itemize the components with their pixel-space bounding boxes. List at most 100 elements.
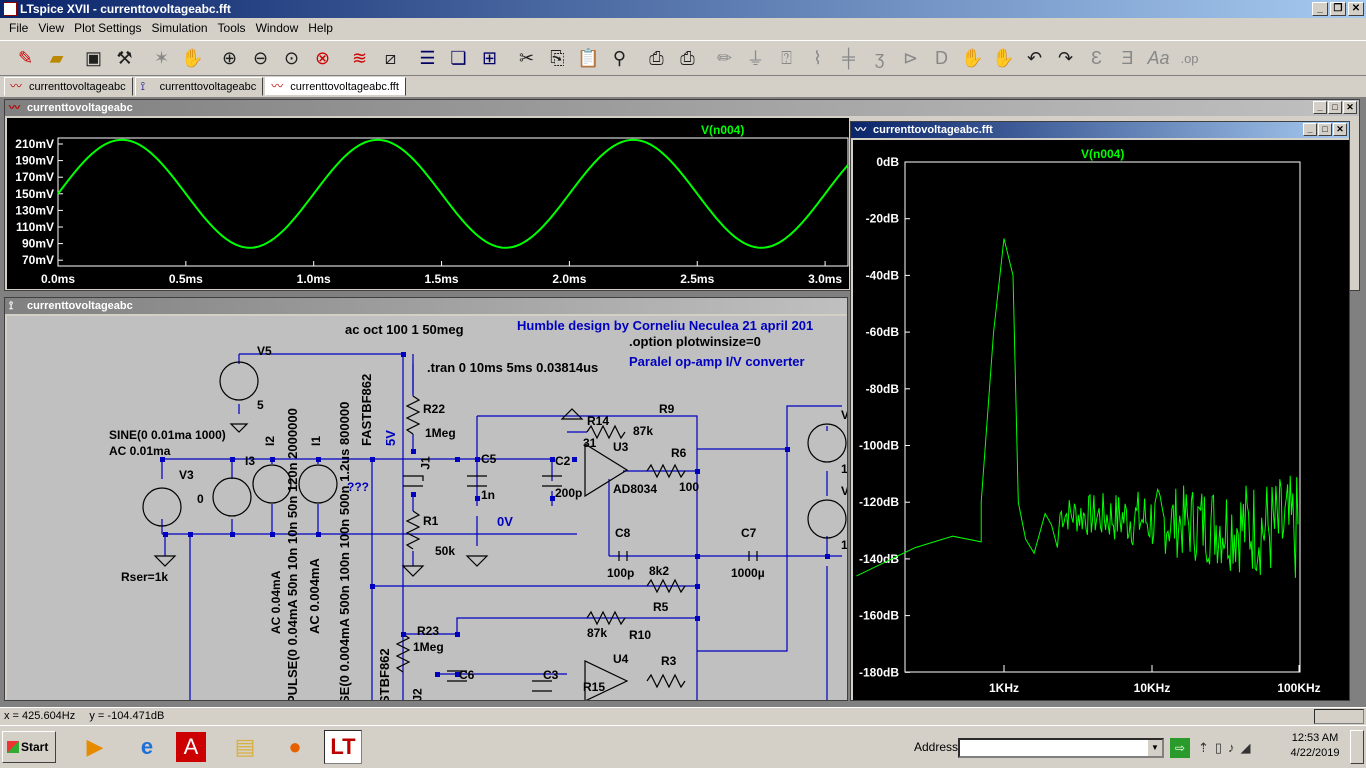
redo-icon[interactable]: ↷ [1050,43,1081,73]
go-icon[interactable]: ⇨ [1170,738,1190,758]
label-stbf862: STBF862 [377,648,392,700]
x-tick-label: 1.0ms [297,272,331,286]
tab-schematic[interactable]: ⟟ currenttovoltageabc [134,77,264,96]
firefox-icon[interactable]: ● [276,730,314,764]
tab-waveform[interactable]: 〰 currenttovoltageabc [4,77,133,96]
schematic-canvas[interactable]: ac oct 100 1 50meg Humble design by Corn… [7,316,847,700]
label-r23: R23 [417,624,440,638]
label-v-right2: V [841,484,847,498]
option-directive[interactable]: .option plotwinsize=0 [629,334,761,349]
label-v3: V3 [179,468,194,482]
start-button[interactable]: Start [2,731,56,763]
maximize-button[interactable]: □ [1318,123,1332,136]
label-r5-value: 8k2 [649,564,670,578]
label-v5-value: 5 [257,398,264,412]
maximize-button[interactable]: □ [1328,101,1342,114]
label-0v: 0V [497,514,513,529]
menu-view[interactable]: View [33,21,69,35]
clock[interactable]: 12:53 AM 4/22/2019 [1285,731,1345,761]
control-panel-icon[interactable]: ⚒ [109,43,140,73]
print-setup-icon[interactable]: ⎙ [672,43,703,73]
fft-window-titlebar[interactable]: 〰 currenttovoltageabc.fft _ □ ✕ [851,122,1349,138]
diode-icon[interactable]: ⊳ [895,43,926,73]
label-r10-value: 87k [587,626,608,640]
zoom-out-icon[interactable]: ⊖ [245,43,276,73]
ground-icon[interactable]: ⏚ [740,43,771,73]
menu-simulation[interactable]: Simulation [147,21,213,35]
halt-icon[interactable]: ✋ [177,43,208,73]
inductor-icon[interactable]: ʒ [864,43,895,73]
menu-file[interactable]: File [4,21,33,35]
comment-humble-design[interactable]: Humble design by Corneliu Neculea 21 apr… [517,318,813,333]
pick-visible-icon[interactable]: ⧄ [375,43,406,73]
tile-vertical-icon[interactable]: ⊞ [474,43,505,73]
run-icon[interactable]: ✶ [146,43,177,73]
mirror-icon[interactable]: Ǝ [1112,43,1143,73]
tran-directive[interactable]: .tran 0 10ms 5ms 0.03814us [427,360,598,375]
zoom-in-icon[interactable]: ⊕ [214,43,245,73]
minimize-button[interactable]: _ [1313,101,1327,114]
new-schematic-icon[interactable]: ✎ [10,43,41,73]
spice-directive-icon[interactable]: .op [1174,43,1205,73]
close-button[interactable]: ✕ [1348,2,1364,16]
capacitor-icon[interactable]: ╪ [833,43,864,73]
zoom-fit-icon[interactable]: ⊙ [276,43,307,73]
open-icon[interactable]: ▰ [41,43,72,73]
label-one-b: 1 [841,538,847,552]
menu-tools[interactable]: Tools [213,21,251,35]
label-c5-value: 1n [481,488,496,502]
label-c2: C2 [555,454,571,468]
close-button[interactable]: ✕ [1343,101,1357,114]
waveform-plot[interactable]: V(n004) 210mV 190mV 170mV 150mV 130mV 110mV 90… [7,118,849,289]
rotate-icon[interactable]: Ɛ [1081,43,1112,73]
drag-icon[interactable]: ✋ [988,43,1019,73]
cascade-icon[interactable]: ❏ [443,43,474,73]
component-icon[interactable]: D [926,43,957,73]
move-icon[interactable]: ✋ [957,43,988,73]
internet-explorer-icon[interactable]: e [128,730,166,764]
minimize-button[interactable]: _ [1303,123,1317,136]
label-c6: C6 [459,668,475,682]
waveform-icon: 〰 [9,102,20,114]
tile-horizontal-icon[interactable]: ☰ [412,43,443,73]
fft-plot[interactable]: V(n004) 0dB -20dB -40dB -60dB -80dB -100dB -12… [853,140,1349,700]
media-player-icon[interactable]: ▶ [76,730,114,764]
address-input[interactable]: ▼ [958,738,1164,758]
ac-directive[interactable]: ac oct 100 1 50meg [345,322,464,337]
tray-icons[interactable]: ⇡▯♪◢ [1198,740,1257,756]
minimize-button[interactable]: _ [1312,2,1328,16]
schematic-window-titlebar[interactable]: ⟟ currenttovoltageabc [5,298,847,314]
save-icon[interactable]: ▣ [78,43,109,73]
ltspice-taskbar-icon[interactable]: LT [324,730,362,764]
fft-trace-label[interactable]: V(n004) [1081,147,1124,161]
zoom-cancel-icon[interactable]: ⊗ [307,43,338,73]
autorange-icon[interactable]: ≋ [344,43,375,73]
close-button[interactable]: ✕ [1333,123,1347,136]
copy-icon[interactable]: ⎘ [542,43,573,73]
comment-paralel[interactable]: Paralel op-amp I/V converter [629,354,805,369]
trace-label[interactable]: V(n004) [701,123,744,137]
cut-icon[interactable]: ✂ [511,43,542,73]
menu-window[interactable]: Window [251,21,304,35]
show-desktop-button[interactable] [1350,730,1364,764]
taskbar: Start ▶ e A ▤ ● LT Address ▼ ⇨ ⇡▯♪◢ 12:5… [0,725,1366,768]
label-net-icon[interactable]: ⍰ [771,43,802,73]
acrobat-icon[interactable]: A [176,732,206,762]
resistor-icon[interactable]: ⌇ [802,43,833,73]
find-icon[interactable]: ⚲ [604,43,635,73]
menu-help[interactable]: Help [303,21,338,35]
undo-icon[interactable]: ↶ [1019,43,1050,73]
y-tick-label: 150mV [15,187,54,201]
paste-icon[interactable]: 📋 [573,43,604,73]
x-tick-label: 0.5ms [169,272,203,286]
text-icon[interactable]: Aa [1143,43,1174,73]
label-c2-value: 200p [555,486,583,500]
restore-button[interactable]: ❐ [1330,2,1346,16]
print-icon[interactable]: ⎙ [641,43,672,73]
tab-fft[interactable]: 〰 currenttovoltageabc.fft [265,77,406,96]
file-explorer-icon[interactable]: ▤ [226,730,264,764]
waveform-window-titlebar[interactable]: 〰 currenttovoltageabc _ □ ✕ [5,100,1359,116]
draw-wire-icon[interactable]: ✏ [709,43,740,73]
menu-plot-settings[interactable]: Plot Settings [69,21,146,35]
chevron-down-icon[interactable]: ▼ [1148,740,1162,756]
